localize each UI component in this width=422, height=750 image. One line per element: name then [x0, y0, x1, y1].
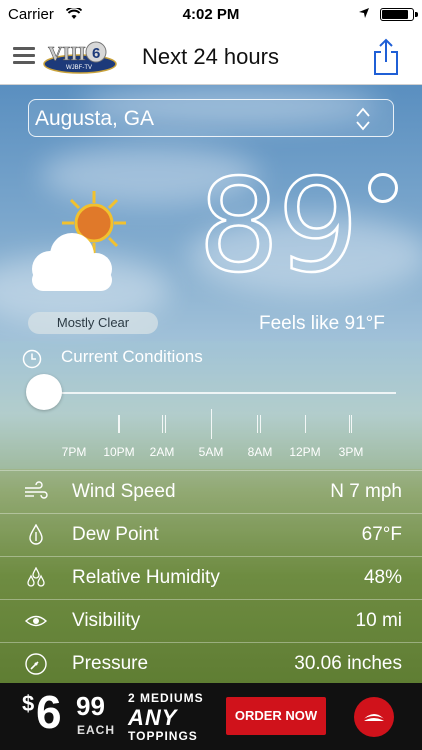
- detail-row-wind: Wind Speed N 7 mph: [0, 470, 422, 513]
- timeline-tick: [351, 415, 352, 433]
- timeline-slider-handle[interactable]: [26, 374, 62, 410]
- degree-symbol: [368, 173, 398, 203]
- timeline-tick: [119, 415, 120, 433]
- ad-headline-1: 2 MEDIUMS: [128, 691, 204, 705]
- battery-icon: [380, 8, 418, 21]
- detail-label: Relative Humidity: [72, 567, 220, 588]
- timeline-tick: [260, 415, 261, 433]
- detail-value: 10 mi: [355, 610, 402, 631]
- timeline-title: Current Conditions: [61, 347, 203, 366]
- timeline-tick: [162, 415, 163, 433]
- detail-label: Visibility: [72, 610, 141, 631]
- ad-headline-2: ANY: [128, 705, 178, 730]
- timeline-label: 3PM: [338, 445, 364, 459]
- timeline-minor-tick: [257, 415, 258, 433]
- humidity-icon: [24, 566, 48, 589]
- ad-dollar-sign: $: [22, 691, 35, 716]
- timeline-label: 8AM: [247, 445, 273, 459]
- detail-label: Wind Speed: [72, 481, 176, 502]
- detail-row-dew-point: Dew Point 67°F: [0, 513, 422, 556]
- ad-headline-3: TOPPINGS: [128, 729, 198, 743]
- timeline-panel: Current Conditions 7PM 10PM 2AM 5AM 8AM 12PM 3…: [0, 341, 422, 469]
- temperature-value: 89: [197, 152, 360, 301]
- feels-like-label: Feels like 91°F: [259, 313, 385, 334]
- weather-panel: Augusta, GA Mostly Clear 89 Feels like 9…: [0, 85, 422, 683]
- svg-text:6: 6: [92, 45, 100, 62]
- svg-text:WJBF-TV: WJBF-TV: [66, 65, 92, 71]
- status-bar: Carrier 4:02 PM: [0, 0, 422, 30]
- detail-value: N 7 mph: [330, 481, 402, 502]
- timeline-minor-tick: [349, 415, 350, 433]
- timeline-label: 12PM: [289, 445, 321, 459]
- ad-banner[interactable]: $ 6 99 EACH 2 MEDIUMS ANY TOPPINGS ORDER…: [0, 683, 422, 750]
- ad-price-dollars: 6: [36, 686, 62, 738]
- detail-value: 67°F: [361, 524, 402, 545]
- ad-each: EACH: [77, 723, 116, 737]
- timeline-tick: [305, 415, 306, 433]
- station-logo: VIII 6 WJBF-TV: [42, 38, 118, 76]
- nav-bar: VIII 6 WJBF-TV Next 24 hours: [0, 30, 422, 85]
- share-icon[interactable]: [372, 38, 400, 76]
- condition-badge: Mostly Clear: [28, 312, 158, 334]
- timeline-label: 10PM: [103, 445, 135, 459]
- visibility-icon: [24, 610, 48, 632]
- dew-point-icon: [24, 523, 48, 546]
- clock-icon: [22, 349, 42, 369]
- location-label: Augusta, GA: [35, 107, 155, 130]
- ad-price-cents: 99: [76, 691, 105, 721]
- pressure-icon: [24, 653, 48, 675]
- location-arrow-icon: [358, 6, 370, 23]
- wind-icon: [24, 481, 48, 503]
- order-now-button[interactable]: ORDER NOW: [226, 697, 326, 735]
- timeline-tick: [211, 409, 212, 439]
- timeline-label: 2AM: [149, 445, 175, 459]
- detail-row-visibility: Visibility 10 mi: [0, 599, 422, 642]
- timeline-label: 5AM: [198, 445, 224, 459]
- timeline-minor-tick: [165, 415, 166, 433]
- details-list: Wind Speed N 7 mph Dew Point 67°F Relati…: [0, 470, 422, 683]
- detail-value: 30.06 inches: [294, 653, 402, 674]
- detail-label: Pressure: [72, 653, 149, 674]
- chevron-up-down-icon: [355, 106, 371, 132]
- detail-row-pressure: Pressure 30.06 inches: [0, 642, 422, 683]
- detail-label: Dew Point: [72, 524, 159, 545]
- page-title: Next 24 hours: [142, 44, 279, 69]
- detail-row-humidity: Relative Humidity 48%: [0, 556, 422, 599]
- timeline-track[interactable]: [44, 392, 396, 394]
- location-selector[interactable]: Augusta, GA: [28, 99, 394, 137]
- menu-icon[interactable]: [13, 47, 35, 65]
- svg-text:VIII: VIII: [48, 43, 86, 65]
- pizza-hut-logo: [354, 697, 394, 737]
- sun-cloud-icon: [24, 185, 136, 295]
- detail-value: 48%: [363, 567, 402, 588]
- timeline-label: 7PM: [61, 445, 87, 459]
